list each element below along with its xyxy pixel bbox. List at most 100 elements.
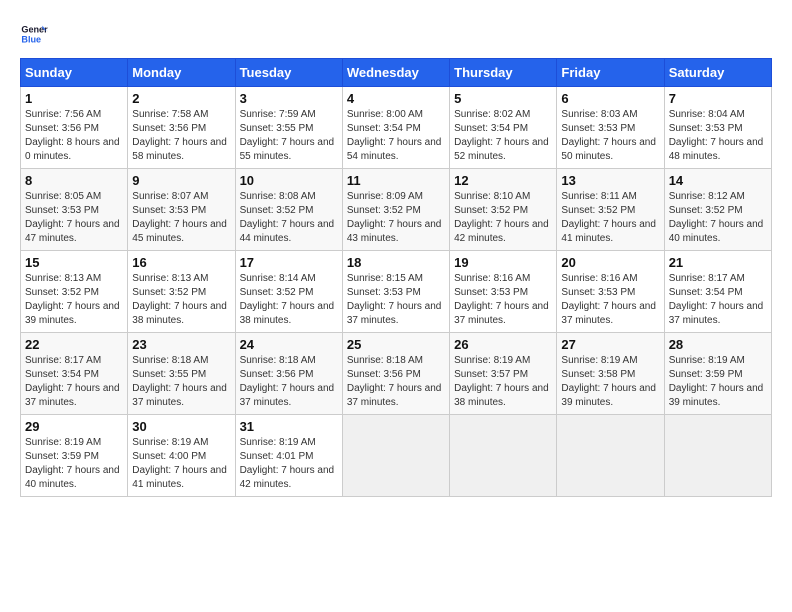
day-info: Sunrise: 8:04 AM Sunset: 3:53 PM Dayligh… xyxy=(669,108,767,164)
day-info: Sunrise: 8:13 AM Sunset: 3:52 PM Dayligh… xyxy=(25,272,123,328)
day-info: Sunrise: 8:03 AM Sunset: 3:53 PM Dayligh… xyxy=(561,108,659,164)
calendar-cell: 24 Sunrise: 8:18 AM Sunset: 3:56 PM Dayl… xyxy=(235,333,342,415)
day-info: Sunrise: 8:15 AM Sunset: 3:53 PM Dayligh… xyxy=(347,272,445,328)
calendar-cell: 28 Sunrise: 8:19 AM Sunset: 3:59 PM Dayl… xyxy=(664,333,771,415)
day-info: Sunrise: 8:09 AM Sunset: 3:52 PM Dayligh… xyxy=(347,190,445,246)
day-number: 30 xyxy=(132,419,230,434)
calendar-header-monday: Monday xyxy=(128,59,235,87)
calendar-cell: 8 Sunrise: 8:05 AM Sunset: 3:53 PM Dayli… xyxy=(21,169,128,251)
day-number: 28 xyxy=(669,337,767,352)
calendar-cell: 16 Sunrise: 8:13 AM Sunset: 3:52 PM Dayl… xyxy=(128,251,235,333)
day-number: 15 xyxy=(25,255,123,270)
day-number: 26 xyxy=(454,337,552,352)
day-info: Sunrise: 8:19 AM Sunset: 4:00 PM Dayligh… xyxy=(132,436,230,492)
day-number: 3 xyxy=(240,91,338,106)
day-info: Sunrise: 8:19 AM Sunset: 3:58 PM Dayligh… xyxy=(561,354,659,410)
day-number: 31 xyxy=(240,419,338,434)
calendar-cell: 27 Sunrise: 8:19 AM Sunset: 3:58 PM Dayl… xyxy=(557,333,664,415)
calendar-cell xyxy=(342,415,449,497)
calendar-cell: 4 Sunrise: 8:00 AM Sunset: 3:54 PM Dayli… xyxy=(342,87,449,169)
day-number: 2 xyxy=(132,91,230,106)
calendar-cell: 17 Sunrise: 8:14 AM Sunset: 3:52 PM Dayl… xyxy=(235,251,342,333)
day-number: 8 xyxy=(25,173,123,188)
calendar-cell xyxy=(664,415,771,497)
day-info: Sunrise: 8:17 AM Sunset: 3:54 PM Dayligh… xyxy=(25,354,123,410)
day-number: 6 xyxy=(561,91,659,106)
calendar-cell: 20 Sunrise: 8:16 AM Sunset: 3:53 PM Dayl… xyxy=(557,251,664,333)
day-number: 1 xyxy=(25,91,123,106)
svg-text:Blue: Blue xyxy=(21,34,41,44)
day-info: Sunrise: 8:18 AM Sunset: 3:55 PM Dayligh… xyxy=(132,354,230,410)
day-number: 4 xyxy=(347,91,445,106)
day-number: 7 xyxy=(669,91,767,106)
day-number: 21 xyxy=(669,255,767,270)
calendar-header-sunday: Sunday xyxy=(21,59,128,87)
day-number: 11 xyxy=(347,173,445,188)
day-number: 5 xyxy=(454,91,552,106)
calendar-cell: 29 Sunrise: 8:19 AM Sunset: 3:59 PM Dayl… xyxy=(21,415,128,497)
day-number: 23 xyxy=(132,337,230,352)
day-info: Sunrise: 7:56 AM Sunset: 3:56 PM Dayligh… xyxy=(25,108,123,164)
day-number: 12 xyxy=(454,173,552,188)
day-number: 9 xyxy=(132,173,230,188)
calendar-cell: 31 Sunrise: 8:19 AM Sunset: 4:01 PM Dayl… xyxy=(235,415,342,497)
calendar-cell: 3 Sunrise: 7:59 AM Sunset: 3:55 PM Dayli… xyxy=(235,87,342,169)
calendar-cell: 22 Sunrise: 8:17 AM Sunset: 3:54 PM Dayl… xyxy=(21,333,128,415)
day-info: Sunrise: 8:17 AM Sunset: 3:54 PM Dayligh… xyxy=(669,272,767,328)
day-number: 16 xyxy=(132,255,230,270)
day-number: 10 xyxy=(240,173,338,188)
calendar-cell: 5 Sunrise: 8:02 AM Sunset: 3:54 PM Dayli… xyxy=(450,87,557,169)
day-number: 29 xyxy=(25,419,123,434)
calendar-header-thursday: Thursday xyxy=(450,59,557,87)
day-info: Sunrise: 8:18 AM Sunset: 3:56 PM Dayligh… xyxy=(240,354,338,410)
calendar-week-2: 8 Sunrise: 8:05 AM Sunset: 3:53 PM Dayli… xyxy=(21,169,772,251)
day-info: Sunrise: 8:00 AM Sunset: 3:54 PM Dayligh… xyxy=(347,108,445,164)
day-info: Sunrise: 8:19 AM Sunset: 3:59 PM Dayligh… xyxy=(25,436,123,492)
day-info: Sunrise: 8:05 AM Sunset: 3:53 PM Dayligh… xyxy=(25,190,123,246)
calendar-cell: 11 Sunrise: 8:09 AM Sunset: 3:52 PM Dayl… xyxy=(342,169,449,251)
calendar-cell: 7 Sunrise: 8:04 AM Sunset: 3:53 PM Dayli… xyxy=(664,87,771,169)
calendar-cell: 1 Sunrise: 7:56 AM Sunset: 3:56 PM Dayli… xyxy=(21,87,128,169)
day-number: 13 xyxy=(561,173,659,188)
day-number: 24 xyxy=(240,337,338,352)
day-info: Sunrise: 8:14 AM Sunset: 3:52 PM Dayligh… xyxy=(240,272,338,328)
calendar-cell: 30 Sunrise: 8:19 AM Sunset: 4:00 PM Dayl… xyxy=(128,415,235,497)
calendar-body: 1 Sunrise: 7:56 AM Sunset: 3:56 PM Dayli… xyxy=(21,87,772,497)
calendar-cell xyxy=(557,415,664,497)
calendar-week-1: 1 Sunrise: 7:56 AM Sunset: 3:56 PM Dayli… xyxy=(21,87,772,169)
day-info: Sunrise: 8:18 AM Sunset: 3:56 PM Dayligh… xyxy=(347,354,445,410)
day-info: Sunrise: 8:02 AM Sunset: 3:54 PM Dayligh… xyxy=(454,108,552,164)
calendar-cell: 18 Sunrise: 8:15 AM Sunset: 3:53 PM Dayl… xyxy=(342,251,449,333)
calendar-cell: 9 Sunrise: 8:07 AM Sunset: 3:53 PM Dayli… xyxy=(128,169,235,251)
svg-text:General: General xyxy=(21,25,48,35)
day-number: 27 xyxy=(561,337,659,352)
day-number: 25 xyxy=(347,337,445,352)
day-number: 14 xyxy=(669,173,767,188)
calendar-cell: 19 Sunrise: 8:16 AM Sunset: 3:53 PM Dayl… xyxy=(450,251,557,333)
day-number: 19 xyxy=(454,255,552,270)
day-number: 20 xyxy=(561,255,659,270)
calendar-cell: 21 Sunrise: 8:17 AM Sunset: 3:54 PM Dayl… xyxy=(664,251,771,333)
day-info: Sunrise: 7:59 AM Sunset: 3:55 PM Dayligh… xyxy=(240,108,338,164)
calendar-cell: 10 Sunrise: 8:08 AM Sunset: 3:52 PM Dayl… xyxy=(235,169,342,251)
calendar-cell: 14 Sunrise: 8:12 AM Sunset: 3:52 PM Dayl… xyxy=(664,169,771,251)
day-info: Sunrise: 8:16 AM Sunset: 3:53 PM Dayligh… xyxy=(561,272,659,328)
calendar-cell: 6 Sunrise: 8:03 AM Sunset: 3:53 PM Dayli… xyxy=(557,87,664,169)
calendar-cell: 26 Sunrise: 8:19 AM Sunset: 3:57 PM Dayl… xyxy=(450,333,557,415)
day-info: Sunrise: 8:16 AM Sunset: 3:53 PM Dayligh… xyxy=(454,272,552,328)
header: General Blue xyxy=(20,20,772,48)
day-number: 17 xyxy=(240,255,338,270)
calendar-week-3: 15 Sunrise: 8:13 AM Sunset: 3:52 PM Dayl… xyxy=(21,251,772,333)
calendar-header-friday: Friday xyxy=(557,59,664,87)
day-info: Sunrise: 8:19 AM Sunset: 3:57 PM Dayligh… xyxy=(454,354,552,410)
calendar-cell: 23 Sunrise: 8:18 AM Sunset: 3:55 PM Dayl… xyxy=(128,333,235,415)
calendar-week-5: 29 Sunrise: 8:19 AM Sunset: 3:59 PM Dayl… xyxy=(21,415,772,497)
calendar-header-wednesday: Wednesday xyxy=(342,59,449,87)
day-info: Sunrise: 8:12 AM Sunset: 3:52 PM Dayligh… xyxy=(669,190,767,246)
calendar-week-4: 22 Sunrise: 8:17 AM Sunset: 3:54 PM Dayl… xyxy=(21,333,772,415)
calendar-header-saturday: Saturday xyxy=(664,59,771,87)
day-info: Sunrise: 8:11 AM Sunset: 3:52 PM Dayligh… xyxy=(561,190,659,246)
calendar-cell: 13 Sunrise: 8:11 AM Sunset: 3:52 PM Dayl… xyxy=(557,169,664,251)
day-number: 18 xyxy=(347,255,445,270)
day-info: Sunrise: 8:10 AM Sunset: 3:52 PM Dayligh… xyxy=(454,190,552,246)
